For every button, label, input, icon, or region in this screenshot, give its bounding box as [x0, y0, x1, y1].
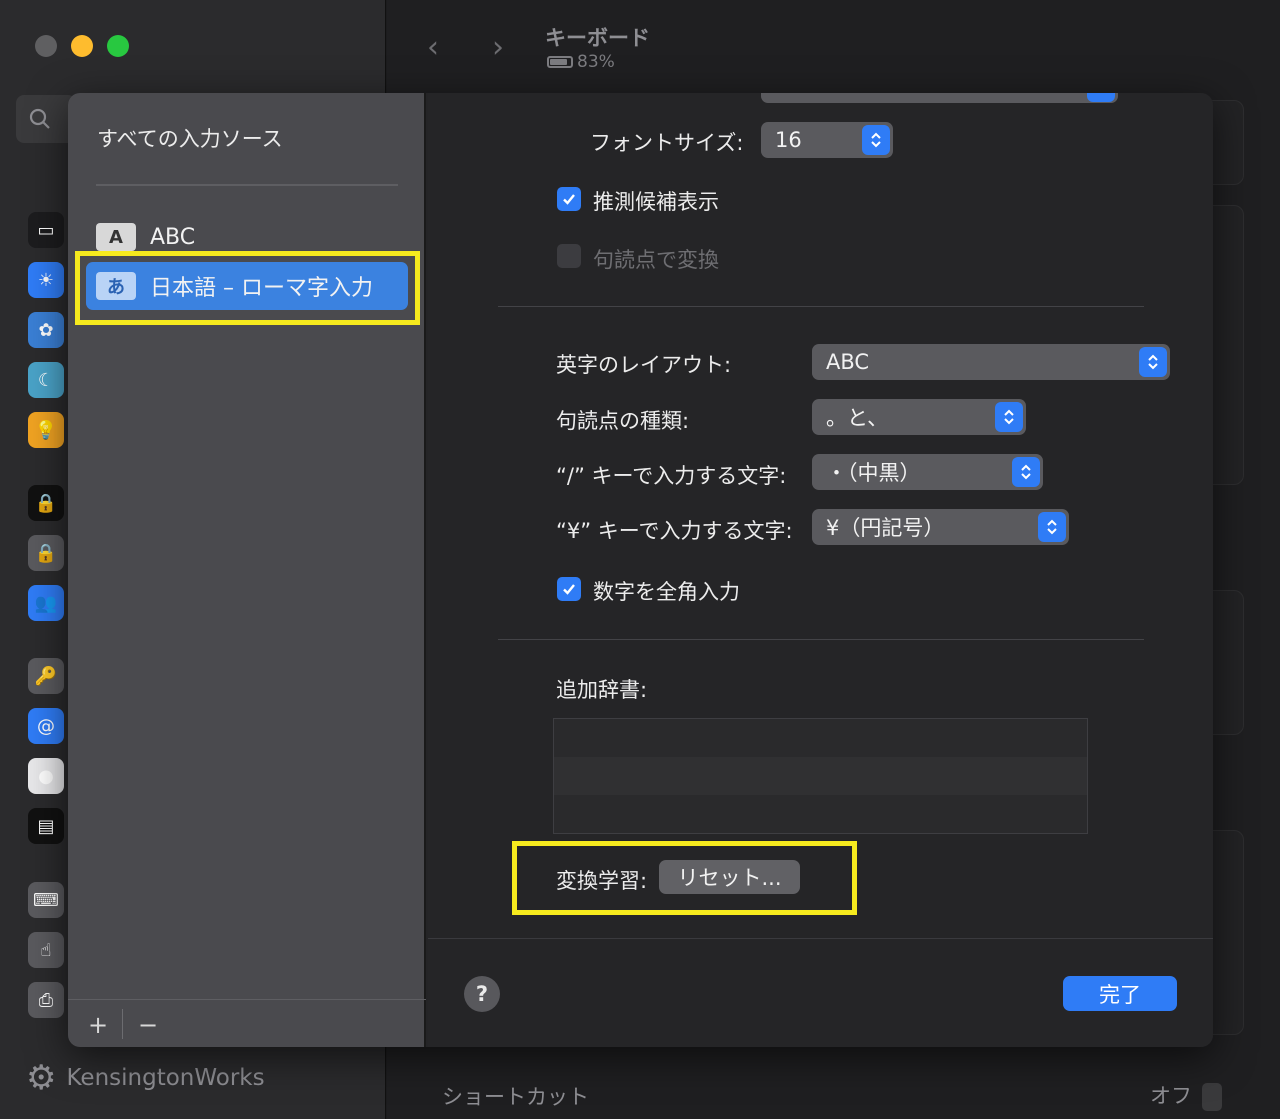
keyboard-settings-icon[interactable]: ⌨ — [28, 882, 64, 918]
add-input-source-button[interactable]: + — [88, 1011, 108, 1039]
lock-screen-settings-icon[interactable]: 🔒 — [28, 485, 64, 521]
close-window-button[interactable] — [35, 35, 57, 57]
game-center-settings-icon[interactable]: ● — [28, 758, 64, 794]
checkmark-icon — [563, 194, 575, 205]
internet-accounts-settings-icon[interactable]: @ — [28, 708, 64, 744]
kensingtonworks-label: KensingtonWorks — [66, 1065, 265, 1091]
divider — [96, 184, 398, 186]
stepper-icon — [1202, 1083, 1222, 1111]
divider — [498, 306, 1144, 307]
window-title: キーボード — [545, 26, 650, 50]
search-icon — [29, 108, 50, 129]
remove-input-source-button[interactable]: − — [138, 1011, 158, 1039]
checkmark-icon — [563, 584, 575, 595]
layout-label: 英字のレイアウト: — [556, 353, 732, 377]
input-source-abc[interactable]: A ABC — [86, 213, 408, 261]
abc-badge-icon: A — [96, 223, 136, 251]
punct-convert-label: 句読点で変換 — [593, 248, 719, 272]
punct-type-popup[interactable]: 。と、 — [812, 399, 1026, 435]
fullwidth-numbers-label: 数字を全角入力 — [593, 580, 740, 604]
hidden-popup[interactable] — [761, 93, 1118, 103]
slash-key-label: “/” キーで入力する文字: — [556, 464, 787, 488]
dictionary-label: 追加辞書: — [556, 678, 648, 702]
back-arrow-icon[interactable]: ‹ — [427, 30, 439, 65]
input-sources-sheet: すべての入力ソース A ABC あ 日本語 – ローマ字入力 + − フォントサ… — [68, 93, 1213, 1047]
help-button[interactable]: ? — [464, 976, 500, 1012]
wallpaper-settings-icon[interactable]: ☾ — [28, 362, 64, 398]
slash-key-popup[interactable]: ・（中黒） — [812, 454, 1043, 490]
layout-popup[interactable]: ABC — [812, 344, 1170, 380]
yen-key-popup[interactable]: ¥（円記号） — [812, 509, 1069, 545]
battery-percent: 83% — [577, 52, 615, 72]
energy-settings-icon[interactable]: 💡 — [28, 412, 64, 448]
display-settings-icon[interactable]: ▭ — [28, 212, 64, 248]
stepper-icon — [862, 125, 890, 155]
input-source-label: 日本語 – ローマ字入力 — [150, 276, 373, 301]
trackpad-settings-icon[interactable]: ☝ — [28, 932, 64, 968]
list-item[interactable] — [554, 719, 1087, 757]
yen-key-value: ¥（円記号） — [826, 516, 945, 540]
input-source-list-panel: すべての入力ソース A ABC あ 日本語 – ローマ字入力 + − — [68, 93, 426, 1047]
stepper-icon — [995, 402, 1023, 432]
punct-type-value: 。と、 — [826, 406, 889, 430]
wallet-settings-icon[interactable]: ▤ — [28, 808, 64, 844]
battery-icon — [547, 56, 573, 68]
layout-value: ABC — [826, 350, 870, 374]
dictionary-list[interactable] — [553, 718, 1088, 834]
battery-status: 83% — [547, 52, 615, 72]
stepper-icon — [1012, 457, 1040, 487]
shortcut-value[interactable]: オフ — [1150, 1080, 1222, 1111]
font-size-label: フォントサイズ: — [590, 131, 744, 155]
divider — [68, 999, 426, 1000]
shortcut-label: ショートカット — [442, 1084, 589, 1109]
input-source-options-panel: フォントサイズ: 16 推測候補表示 句読点で変換 英字のレイアウト: ABC … — [428, 93, 1213, 1047]
yen-key-label: “¥” キーで入力する文字: — [556, 519, 793, 543]
users-settings-icon[interactable]: 👥 — [28, 585, 64, 621]
done-button[interactable]: 完了 — [1063, 976, 1177, 1011]
divider — [428, 938, 1213, 939]
input-sources-title: すべての入力ソース — [97, 127, 283, 151]
screensaver-settings-icon[interactable]: ✿ — [28, 312, 64, 348]
appearance-settings-icon[interactable]: ☀ — [28, 262, 64, 298]
punct-type-label: 句読点の種類: — [556, 409, 690, 433]
divider — [498, 639, 1144, 640]
reset-learning-button[interactable]: リセット... — [659, 860, 800, 894]
privacy-settings-icon[interactable]: 🔒 — [28, 535, 64, 571]
predictive-label: 推測候補表示 — [593, 190, 719, 214]
stepper-icon — [1038, 512, 1066, 542]
font-size-popup[interactable]: 16 — [761, 122, 893, 158]
fullwidth-numbers-checkbox[interactable] — [557, 577, 581, 601]
stepper-icon — [1139, 347, 1167, 377]
minimize-window-button[interactable] — [71, 35, 93, 57]
forward-arrow-icon[interactable]: › — [492, 30, 504, 65]
passwords-settings-icon[interactable]: 🔑 — [28, 658, 64, 694]
divider — [122, 1009, 123, 1039]
kensingtonworks-item[interactable]: ⚙ KensingtonWorks — [26, 1058, 265, 1098]
slash-key-value: ・（中黒） — [826, 461, 921, 485]
zoom-window-button[interactable] — [107, 35, 129, 57]
predictive-checkbox[interactable] — [557, 187, 581, 211]
list-item[interactable] — [554, 795, 1087, 833]
input-source-label: ABC — [150, 224, 196, 250]
font-size-value: 16 — [775, 128, 802, 152]
japanese-badge-icon: あ — [96, 272, 136, 300]
learning-label: 変換学習: — [556, 869, 648, 893]
printers-settings-icon[interactable]: ⎙ — [28, 982, 64, 1018]
sidebar-search-field[interactable] — [16, 95, 76, 143]
stepper-icon — [1087, 93, 1115, 102]
list-item[interactable] — [554, 757, 1087, 795]
input-source-japanese-romaji[interactable]: あ 日本語 – ローマ字入力 — [86, 262, 408, 310]
gear-icon: ⚙ — [26, 1058, 57, 1098]
punct-convert-checkbox[interactable] — [557, 244, 581, 268]
shortcut-row: ショートカット オフ — [442, 1080, 1222, 1111]
